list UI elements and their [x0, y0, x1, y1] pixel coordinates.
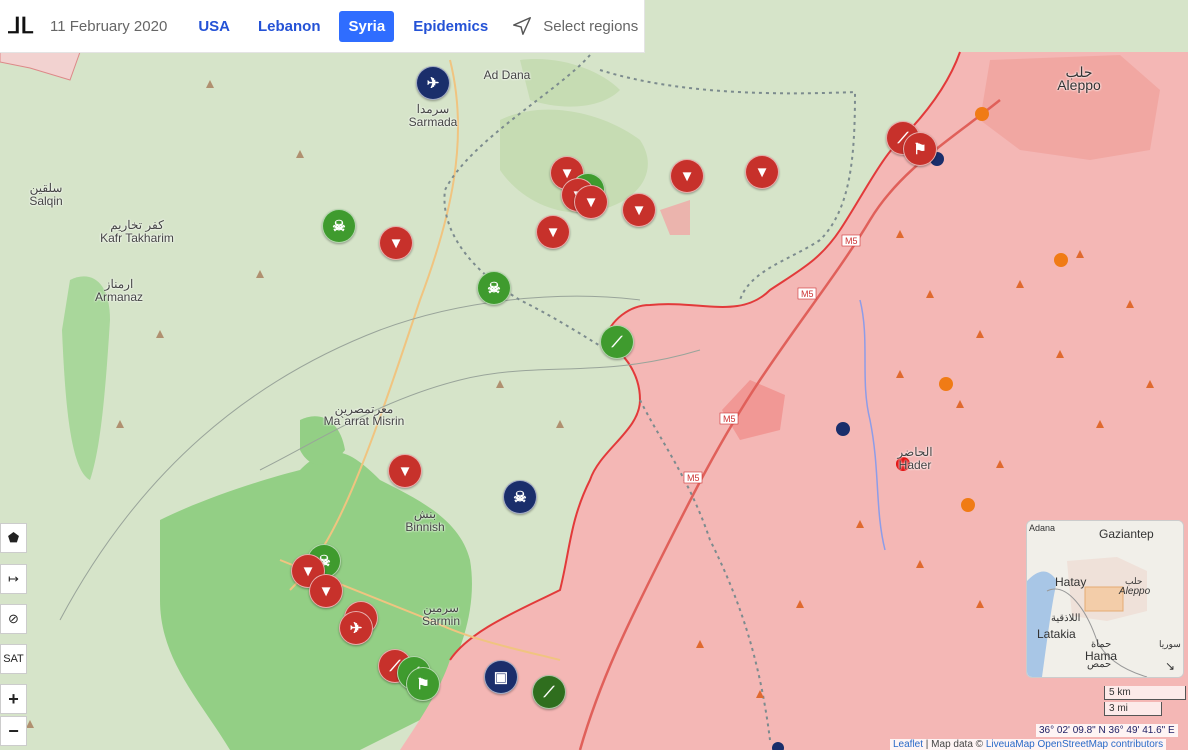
skull-marker[interactable]: ☠ — [477, 271, 511, 305]
road-label: M5 — [723, 414, 736, 424]
event-dot[interactable] — [939, 377, 953, 391]
rifle-icon: ⟋ — [543, 683, 555, 701]
bomb-marker[interactable]: ▼ — [379, 226, 413, 260]
minimap-label: حمص — [1087, 659, 1112, 670]
minimap-label: اللاذقية — [1051, 613, 1081, 624]
minimap-label: Adana — [1029, 523, 1056, 533]
map-canvas[interactable]: M5 M5 M5 M5 — [0, 0, 1188, 750]
event-dot[interactable] — [836, 422, 850, 436]
eye-off-icon: ⊘ — [8, 611, 19, 626]
minimap-label: Aleppo — [1119, 586, 1151, 597]
place-label: معرتمصرين Ma`arrat Misrin — [323, 402, 405, 428]
flag-icon: ⚑ — [913, 141, 927, 158]
minimap-label: Hatay — [1055, 575, 1087, 589]
tab-usa[interactable]: USA — [189, 11, 239, 42]
bomb-icon: ▼ — [397, 462, 413, 480]
skull-icon: ☠ — [332, 218, 346, 235]
place-label: Ad Dana — [483, 68, 531, 82]
bomb-marker[interactable]: ▼ — [574, 185, 608, 219]
rifle-icon: ⟋ — [611, 333, 623, 351]
bomb-icon: ▼ — [545, 223, 561, 241]
satellite-button[interactable]: SAT — [0, 644, 27, 674]
top-bar: ᒧᒪ 11 February 2020 USA Lebanon Syria Ep… — [0, 0, 645, 53]
skull-marker[interactable]: ☠ — [322, 209, 356, 243]
bomb-icon: ▼ — [679, 167, 695, 185]
tab-epidemics[interactable]: Epidemics — [404, 11, 497, 42]
zoom-out-button[interactable]: − — [0, 716, 27, 746]
polygon-tool-button[interactable]: ⬟ — [0, 523, 27, 553]
tab-syria[interactable]: Syria — [339, 10, 395, 42]
skull-icon: ☠ — [487, 280, 501, 297]
minimap-label: سوريا — [1159, 639, 1181, 649]
attribution-sep: | Map data © — [923, 739, 986, 750]
attribution-providers[interactable]: LiveuaMap OpenStreetMap contributors — [986, 739, 1163, 750]
flag-marker[interactable]: ⚑ — [903, 132, 937, 166]
flag-marker[interactable]: ⚑ — [406, 667, 440, 701]
tab-lebanon[interactable]: Lebanon — [249, 11, 330, 42]
event-dot[interactable] — [1054, 253, 1068, 267]
bomb-marker[interactable]: ▼ — [622, 193, 656, 227]
scale-bar: 5 km 3 mi — [1104, 686, 1186, 718]
minimap-collapse-icon[interactable]: ↘ — [1165, 659, 1175, 673]
scale-mi: 3 mi — [1104, 702, 1162, 716]
leaflet-link[interactable]: Leaflet — [893, 739, 923, 750]
minimap[interactable]: Adana Gaziantep Hatay حلب Aleppo اللاذقي… — [1026, 520, 1184, 678]
place-label: ارمناز Armanaz — [94, 277, 144, 304]
event-dot[interactable] — [975, 107, 989, 121]
attribution: Leaflet | Map data © LiveuaMap OpenStree… — [890, 739, 1167, 750]
minimap-label: Latakia — [1037, 627, 1076, 641]
photo-marker[interactable]: ▣ — [484, 660, 518, 694]
rifle-marker[interactable]: ⟋ — [600, 325, 634, 359]
place-label: سرمدا Sarmada — [408, 102, 458, 129]
skull-marker[interactable]: ☠ — [503, 480, 537, 514]
bomb-icon: ▼ — [631, 201, 647, 219]
scale-km: 5 km — [1104, 686, 1186, 700]
select-regions-label: Select regions — [543, 17, 639, 35]
bomb-marker[interactable]: ▼ — [536, 215, 570, 249]
place-label: كفر تخاريم Kafr Takharim — [100, 218, 174, 245]
event-dot[interactable] — [961, 498, 975, 512]
select-regions-button[interactable]: Select regions — [511, 15, 638, 37]
photo-icon: ▣ — [493, 669, 509, 686]
bomb-marker[interactable]: ▼ — [309, 574, 343, 608]
zoom-in-button[interactable]: + — [0, 684, 27, 714]
helicopter-marker[interactable]: ✈ — [339, 611, 373, 645]
place-label: الحاضر Hader — [897, 445, 933, 472]
place-label: سرمين Sarmin — [421, 601, 461, 628]
bomb-icon: ▼ — [754, 163, 770, 181]
navigation-arrow-icon — [513, 17, 532, 35]
bomb-marker[interactable]: ▼ — [745, 155, 779, 189]
arrow-right-icon: ↦ — [8, 571, 19, 586]
rifle-marker[interactable]: ⟋ — [532, 675, 566, 709]
place-label: بنش Binnish — [405, 507, 445, 534]
helicopter-icon: ✈ — [349, 620, 363, 637]
liveuamap-logo-icon[interactable]: ᒧᒪ — [7, 13, 33, 38]
road-label: M5 — [801, 289, 814, 299]
bomb-icon: ▼ — [583, 193, 599, 211]
helicopter-marker[interactable]: ✈ — [416, 66, 450, 100]
skull-icon: ☠ — [513, 489, 527, 506]
coordinates-readout: 36° 02' 09.8" N 36° 49' 41.6" E — [1036, 724, 1178, 737]
road-label: M5 — [845, 236, 858, 246]
helicopter-icon: ✈ — [426, 75, 440, 92]
minimap-label: Gaziantep — [1099, 527, 1154, 541]
place-label-aleppo: حلب Aleppo — [1057, 64, 1101, 93]
date-label: 11 February 2020 — [50, 17, 168, 35]
bomb-marker[interactable]: ▼ — [388, 454, 422, 488]
bomb-icon: ▼ — [388, 234, 404, 252]
route-tool-button[interactable]: ↦ — [0, 564, 27, 594]
bomb-icon: ▼ — [300, 562, 316, 580]
road-label: M5 — [687, 473, 700, 483]
hide-tool-button[interactable]: ⊘ — [0, 604, 27, 634]
bomb-marker[interactable]: ▼ — [670, 159, 704, 193]
bomb-icon: ▼ — [318, 582, 334, 600]
polygon-tool-icon: ⬟ — [7, 530, 20, 545]
flag-icon: ⚑ — [416, 676, 430, 693]
place-label: سلقين Salqin — [29, 181, 63, 208]
